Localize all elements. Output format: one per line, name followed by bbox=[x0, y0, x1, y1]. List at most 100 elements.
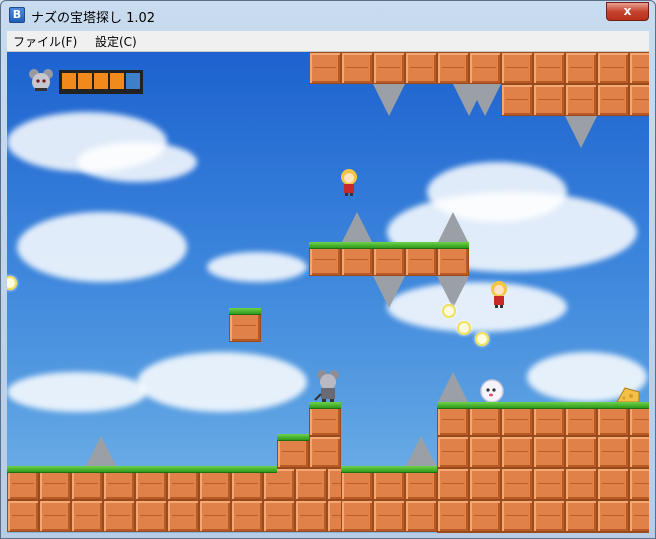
brick-block bbox=[501, 436, 533, 468]
mouse-face-icon bbox=[29, 69, 53, 91]
brick-block bbox=[629, 468, 649, 500]
cloud bbox=[387, 282, 567, 332]
brick-block bbox=[533, 52, 565, 84]
spike-icon bbox=[469, 84, 501, 116]
brick-block bbox=[629, 84, 649, 116]
brick-block bbox=[597, 532, 629, 533]
brick-block bbox=[597, 436, 629, 468]
cloud bbox=[17, 212, 187, 282]
health-cell bbox=[94, 73, 108, 89]
brick-block bbox=[629, 532, 649, 533]
spike-icon bbox=[565, 116, 597, 148]
brick-block bbox=[103, 500, 135, 532]
grass-top bbox=[309, 242, 469, 249]
brick-block bbox=[405, 52, 437, 84]
brick-block bbox=[263, 500, 295, 532]
brick-block bbox=[437, 532, 469, 533]
brick-block bbox=[405, 500, 437, 532]
brick-block bbox=[501, 532, 533, 533]
spike-icon bbox=[437, 372, 469, 404]
girl-sprite bbox=[341, 169, 357, 196]
grass-top bbox=[437, 402, 649, 409]
brick-block bbox=[533, 468, 565, 500]
brick-block bbox=[341, 52, 373, 84]
girl-sprite bbox=[491, 281, 507, 308]
brick-block bbox=[469, 52, 501, 84]
brick-block bbox=[533, 500, 565, 532]
brick-block bbox=[597, 52, 629, 84]
brick-block bbox=[533, 436, 565, 468]
health-cell bbox=[78, 73, 92, 89]
spike-icon bbox=[437, 212, 469, 244]
brick-block bbox=[565, 532, 597, 533]
brick-block bbox=[565, 52, 597, 84]
brick-block bbox=[295, 468, 327, 500]
menubar: ファイル(F) 設定(C) bbox=[7, 31, 649, 52]
app-window: B ナズの宝塔探し 1.02 x ファイル(F) 設定(C) bbox=[0, 0, 656, 539]
bullet-orb bbox=[457, 321, 471, 335]
brick-block bbox=[469, 532, 501, 533]
brick-block bbox=[597, 500, 629, 532]
spike-icon bbox=[405, 436, 437, 468]
close-button[interactable]: x bbox=[606, 2, 649, 21]
brick-block bbox=[71, 500, 103, 532]
spike-icon bbox=[341, 212, 373, 244]
grass-top bbox=[277, 434, 309, 441]
brick-block bbox=[629, 500, 649, 532]
health-bar bbox=[59, 70, 143, 94]
brick-block bbox=[231, 500, 263, 532]
spike-icon bbox=[437, 276, 469, 308]
brick-block bbox=[7, 500, 39, 532]
grass-top bbox=[309, 402, 341, 409]
game-canvas[interactable] bbox=[7, 52, 649, 533]
health-cell bbox=[110, 73, 124, 89]
brick-block bbox=[565, 500, 597, 532]
brick-block bbox=[135, 500, 167, 532]
menu-file[interactable]: ファイル(F) bbox=[13, 33, 77, 50]
brick-block bbox=[373, 500, 405, 532]
health-cell bbox=[62, 73, 76, 89]
brick-block bbox=[199, 500, 231, 532]
brick-block bbox=[469, 436, 501, 468]
brick-block bbox=[565, 468, 597, 500]
bullet-orb bbox=[442, 304, 456, 318]
menu-settings[interactable]: 設定(C) bbox=[95, 33, 137, 50]
player-mouse-sprite bbox=[314, 370, 339, 404]
health-cell bbox=[126, 73, 140, 89]
brick-block bbox=[565, 436, 597, 468]
cloud bbox=[7, 372, 147, 412]
titlebar[interactable]: B ナズの宝塔探し 1.02 x bbox=[1, 1, 655, 29]
brick-block bbox=[533, 532, 565, 533]
brick-block bbox=[565, 84, 597, 116]
app-icon[interactable]: B bbox=[9, 7, 25, 23]
brick-block bbox=[309, 436, 341, 468]
brick-block bbox=[533, 84, 565, 116]
brick-block bbox=[501, 468, 533, 500]
spike-icon bbox=[373, 84, 405, 116]
brick-block bbox=[597, 84, 629, 116]
brick-block bbox=[629, 436, 649, 468]
grass-top bbox=[229, 308, 261, 315]
brick-block bbox=[167, 500, 199, 532]
brick-block bbox=[437, 500, 469, 532]
bullet-orb bbox=[7, 276, 17, 290]
brick-block bbox=[309, 52, 341, 84]
brick-block bbox=[295, 500, 327, 532]
brick-block bbox=[373, 52, 405, 84]
spike-icon bbox=[85, 436, 117, 468]
spike-icon bbox=[373, 276, 405, 308]
brick-block bbox=[501, 500, 533, 532]
cloud bbox=[207, 252, 307, 282]
grass-top bbox=[7, 466, 277, 473]
brick-block bbox=[39, 500, 71, 532]
brick-block bbox=[437, 468, 469, 500]
window-title: ナズの宝塔探し 1.02 bbox=[31, 11, 156, 26]
brick-block bbox=[341, 500, 373, 532]
cloud bbox=[137, 352, 307, 412]
grass-top bbox=[341, 466, 437, 473]
bullet-orb bbox=[475, 332, 489, 346]
brick-block bbox=[501, 52, 533, 84]
brick-block bbox=[469, 468, 501, 500]
brick-block bbox=[469, 500, 501, 532]
cloud bbox=[77, 142, 197, 182]
